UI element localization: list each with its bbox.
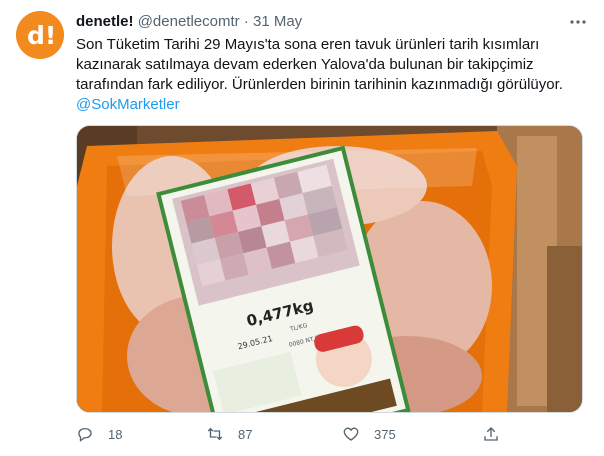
like-count: 375 xyxy=(374,426,396,442)
tweet-header: denetle! @denetlecomtr · 31 May xyxy=(76,12,302,32)
share-button[interactable] xyxy=(482,424,514,444)
user-handle[interactable]: @denetlecomtr xyxy=(138,13,240,30)
avatar-logo-text: d! xyxy=(27,21,56,50)
tweet-card[interactable]: d! denetle! @denetlecomtr · 31 May Son T… xyxy=(0,0,604,456)
share-icon xyxy=(484,427,498,441)
display-name[interactable]: denetle! xyxy=(76,13,134,30)
avatar[interactable]: d! xyxy=(16,11,64,59)
separator-dot: · xyxy=(243,13,249,30)
reply-button[interactable]: 18 xyxy=(76,424,122,444)
tweet-text: Son Tüketim Tarihi 29 Mayıs'ta sona eren… xyxy=(76,35,576,115)
tweet-photo[interactable]: 0,477kg 29.05.21 TL/KG 0080 NT.ST xyxy=(76,125,583,413)
retweet-count: 87 xyxy=(238,426,253,442)
like-icon xyxy=(343,427,359,441)
tweet-date[interactable]: 31 May xyxy=(253,13,302,30)
reply-icon xyxy=(78,428,92,442)
tweet-actions: 18 87 375 xyxy=(76,424,506,444)
tweet-body: Son Tüketim Tarihi 29 Mayıs'ta sona eren… xyxy=(76,36,563,93)
mention-link[interactable]: @SokMarketler xyxy=(76,95,576,115)
reply-count: 18 xyxy=(108,426,123,442)
retweet-icon xyxy=(207,427,223,441)
chicken-package-image: 0,477kg 29.05.21 TL/KG 0080 NT.ST xyxy=(77,126,582,412)
like-button[interactable]: 375 xyxy=(342,424,396,444)
brand-logo: d! xyxy=(16,11,64,59)
more-options-icon[interactable] xyxy=(568,12,588,32)
retweet-button[interactable]: 87 xyxy=(206,424,252,444)
